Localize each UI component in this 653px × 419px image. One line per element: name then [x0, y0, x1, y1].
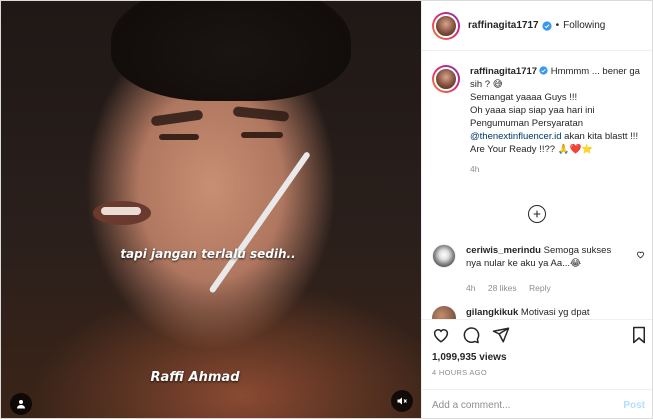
- caption-avatar[interactable]: [432, 65, 460, 93]
- video-detail: [159, 134, 199, 140]
- avatar-image: [434, 13, 458, 38]
- action-icons: [432, 326, 510, 344]
- mute-icon: [397, 397, 407, 405]
- mute-button[interactable]: [391, 390, 413, 412]
- person-tag-icon: [17, 400, 25, 409]
- plus-icon: [533, 210, 541, 218]
- caption-line: Are Your Ready !!?? 🙏❤️⭐: [470, 144, 594, 155]
- video-name-overlay: Raffi Ahmad: [150, 370, 240, 385]
- comments-section[interactable]: raffinagita1717 Hmmmm ... bener ga sih ?…: [422, 51, 652, 323]
- comment-body: ceriwis_merindu Semoga sukses nya nular …: [466, 244, 626, 295]
- video-detail: [101, 207, 141, 215]
- post-caption: raffinagita1717 Hmmmm ... bener ga sih ?…: [432, 65, 645, 176]
- bookmark-icon[interactable]: [631, 326, 647, 344]
- post-comment-button[interactable]: Post: [623, 400, 645, 411]
- comment-text: Motivasi yg dpat: [518, 307, 590, 318]
- caption-timestamp[interactable]: 4h: [470, 163, 640, 176]
- view-count[interactable]: 1,099,935 views: [432, 352, 507, 363]
- caption-line: Oh yaaa siap siap yaa hari ini Pengumuma…: [470, 105, 595, 129]
- following-button[interactable]: Following: [563, 20, 605, 31]
- caption-line: Semangat yaaaa Guys !!!: [470, 92, 578, 103]
- heart-icon[interactable]: [432, 326, 450, 344]
- video-detail: [111, 1, 351, 101]
- post-username[interactable]: raffinagita1717: [468, 20, 539, 31]
- verified-badge-icon: [542, 20, 552, 31]
- verified-badge-icon: [539, 66, 548, 75]
- comment-heart-icon[interactable]: [636, 250, 645, 259]
- caption-line: akan kita blastt !!!: [561, 131, 639, 142]
- comment-input[interactable]: [432, 399, 602, 411]
- person-tag-button[interactable]: [10, 393, 32, 415]
- comment-icon[interactable]: [462, 326, 480, 344]
- add-comment-bar: Post: [422, 389, 652, 418]
- separator-dot: •: [555, 20, 560, 31]
- video-detail: [241, 132, 283, 138]
- caption-text: raffinagita1717 Hmmmm ... bener ga sih ?…: [470, 65, 640, 176]
- avatar-image: [434, 67, 458, 91]
- caption-username[interactable]: raffinagita1717: [470, 66, 537, 77]
- reply-button[interactable]: Reply: [529, 283, 551, 293]
- avatar[interactable]: [432, 11, 460, 40]
- comment-avatar[interactable]: [432, 244, 456, 268]
- post-video[interactable]: tapi jangan terlalu sedih.. Raffi Ahmad: [1, 1, 421, 418]
- comment-username[interactable]: gilangkikuk: [466, 307, 518, 318]
- comment-username[interactable]: ceriwis_merindu: [466, 245, 541, 256]
- post-header: raffinagita1717 • Following: [422, 1, 652, 51]
- comment-item: ceriwis_merindu Semoga sukses nya nular …: [432, 244, 647, 295]
- share-icon[interactable]: [492, 326, 510, 344]
- post-timestamp[interactable]: 4 HOURS AGO: [432, 368, 487, 377]
- comment-time[interactable]: 4h: [466, 283, 475, 293]
- comment-meta: 4h 28 likes Reply: [466, 282, 626, 295]
- post-actions: 1,099,935 views 4 HOURS AGO: [422, 319, 652, 389]
- comment-likes[interactable]: 28 likes: [488, 283, 517, 293]
- load-more-comments-button[interactable]: [528, 205, 546, 223]
- video-subtitle: tapi jangan terlalu sedih..: [120, 247, 296, 261]
- instagram-post-modal: tapi jangan terlalu sedih.. Raffi Ahmad …: [0, 0, 653, 419]
- mention-link[interactable]: @thenextinfluencer.id: [470, 131, 562, 142]
- post-sidebar: raffinagita1717 • Following raffinagita1…: [421, 1, 652, 418]
